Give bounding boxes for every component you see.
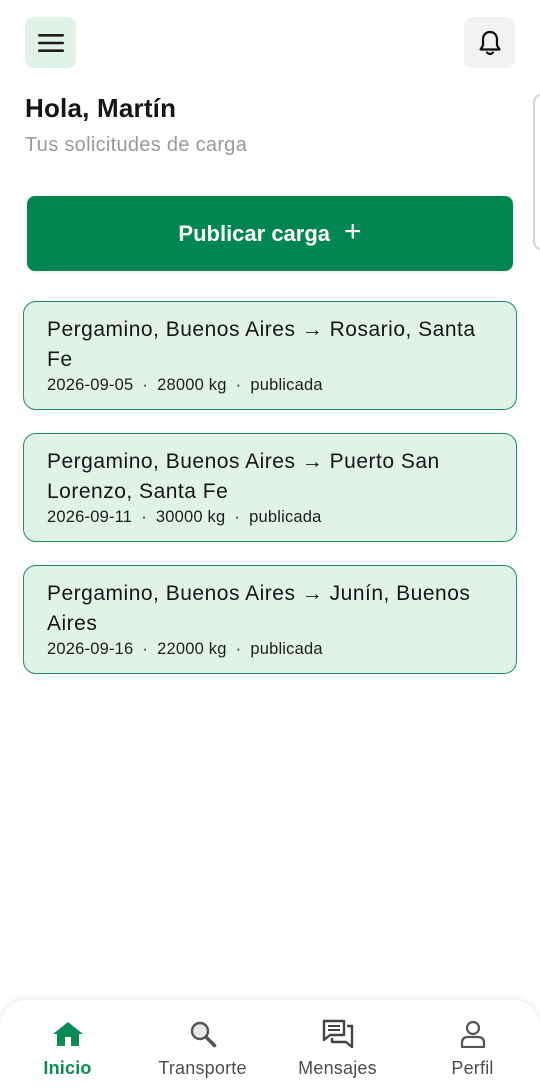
meta-separator: · — [235, 376, 242, 394]
nav-label: Perfil — [451, 1058, 494, 1078]
nav-item-perfil[interactable]: Perfil — [405, 1018, 540, 1079]
home-screen: Hola, Martín Tus solicitudes de carga Pu… — [0, 0, 540, 1092]
meta-separator: · — [142, 640, 149, 658]
request-meta: 2026-09-11 · 30000 kg · publicada — [47, 508, 494, 527]
request-meta: 2026-09-05 · 28000 kg · publicada — [47, 376, 494, 395]
nav-label: Inicio — [43, 1058, 92, 1078]
request-meta: 2026-09-16 · 22000 kg · publicada — [47, 640, 494, 659]
request-route: Pergamino, Buenos Aires → Junín, Buenos … — [47, 582, 471, 635]
greeting-subtitle: Tus solicitudes de carga — [25, 134, 248, 156]
nav-item-inicio[interactable]: Inicio — [0, 1018, 135, 1079]
request-weight: 22000 kg — [157, 640, 227, 658]
menu-icon — [37, 33, 64, 52]
plus-icon: + — [344, 215, 362, 248]
cargo-request-card[interactable]: Pergamino, Buenos Aires → Junín, Buenos … — [23, 565, 517, 674]
publish-cargo-button[interactable]: Publicar carga + — [27, 196, 513, 271]
side-drawer-handle[interactable] — [533, 93, 540, 251]
nav-item-mensajes[interactable]: Mensajes — [270, 1018, 405, 1079]
cargo-request-card[interactable]: Pergamino, Buenos Aires → Puerto San Lor… — [23, 433, 517, 542]
notifications-button[interactable] — [464, 17, 515, 68]
request-date: 2026-09-05 — [47, 376, 134, 394]
cargo-request-card[interactable]: Pergamino, Buenos Aires → Rosario, Santa… — [23, 301, 517, 410]
meta-separator: · — [234, 508, 241, 526]
request-weight: 30000 kg — [155, 508, 226, 526]
greeting-title: Hola, Martín — [25, 93, 177, 123]
request-weight: 28000 kg — [157, 376, 227, 394]
chat-icon — [322, 1019, 353, 1049]
nav-item-transporte[interactable]: Transporte — [135, 1018, 270, 1079]
meta-separator: · — [235, 640, 242, 658]
bell-icon — [478, 30, 501, 55]
user-icon — [460, 1020, 485, 1048]
request-date: 2026-09-11 — [47, 508, 133, 526]
bottom-navigation: Inicio Transporte Mensajes Perfil — [0, 1000, 540, 1092]
nav-label: Mensajes — [298, 1058, 377, 1078]
request-route: Pergamino, Buenos Aires → Rosario, Santa… — [47, 318, 476, 371]
menu-button[interactable] — [25, 17, 76, 68]
publish-cargo-label: Publicar carga — [178, 220, 331, 246]
request-date: 2026-09-16 — [47, 640, 134, 658]
meta-separator: · — [141, 508, 147, 526]
meta-separator: · — [142, 376, 149, 394]
request-status: publicada — [250, 640, 323, 658]
nav-label: Transporte — [158, 1058, 247, 1078]
request-status: publicada — [249, 508, 322, 526]
home-icon — [52, 1022, 83, 1046]
request-status: publicada — [250, 376, 323, 394]
search-icon — [190, 1021, 216, 1048]
request-route: Pergamino, Buenos Aires → Puerto San Lor… — [47, 450, 440, 503]
